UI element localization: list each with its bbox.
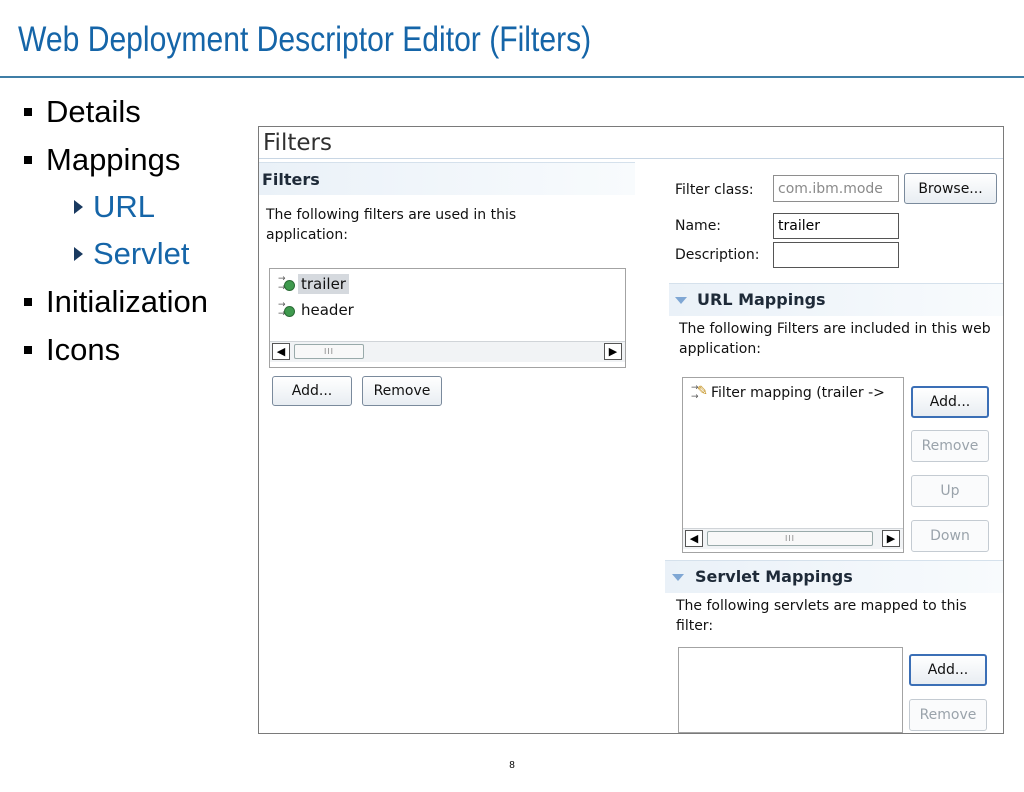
description-label: Description:: [675, 247, 760, 263]
filter-item-header[interactable]: → → header: [278, 300, 357, 320]
bullet-mappings: Mappings: [24, 142, 180, 178]
url-mappings-description: The following Filters are included in th…: [679, 321, 991, 357]
filters-editor-panel: Filters Filters The following filters ar…: [258, 126, 1004, 734]
filter-mapping-icon: → → ✎: [691, 383, 708, 402]
servlet-mappings-description: The following servlets are mapped to thi…: [676, 598, 967, 634]
scroll-thumb[interactable]: III: [707, 531, 873, 546]
sub-bullet-servlet: Servlet: [74, 236, 189, 272]
bullet-label: Details: [46, 94, 141, 129]
filters-list[interactable]: → → trailer → → header ◀ III ▶: [269, 268, 626, 368]
bullet-initialization: Initialization: [24, 284, 208, 320]
filter-class-label: Filter class:: [675, 182, 754, 198]
slide-title: Web Deployment Descriptor Editor (Filter…: [18, 20, 592, 59]
title-divider: [0, 76, 1024, 78]
filter-icon: → →: [278, 275, 296, 293]
servlet-mappings-title: Servlet Mappings: [695, 567, 853, 586]
servlet-mappings-add-button[interactable]: Add...: [909, 654, 987, 686]
filter-item-label: trailer: [298, 274, 349, 294]
url-mappings-add-button[interactable]: Add...: [911, 386, 989, 418]
name-label: Name:: [675, 218, 722, 234]
name-field[interactable]: trailer: [773, 213, 899, 239]
filters-remove-button[interactable]: Remove: [362, 376, 442, 406]
bullet-label: URL: [93, 189, 156, 224]
filters-add-button[interactable]: Add...: [272, 376, 352, 406]
triangle-bullet-icon: [74, 247, 83, 261]
url-mappings-up-button[interactable]: Up: [911, 475, 989, 507]
url-mapping-label: Filter mapping (trailer ->: [711, 385, 885, 401]
bullet-details: Details: [24, 94, 141, 130]
url-mappings-scrollbar[interactable]: ◀ III ▶: [683, 528, 903, 549]
bullet-square-icon: [24, 346, 32, 354]
url-mappings-list[interactable]: → → ✎ Filter mapping (trailer -> ◀ III ▶: [682, 377, 904, 553]
bullet-square-icon: [24, 298, 32, 306]
editor-title-divider: [259, 158, 1003, 159]
bullet-label: Initialization: [46, 284, 208, 319]
filters-description: The following filters are used in this a…: [266, 207, 517, 243]
filter-class-field[interactable]: com.ibm.mode: [773, 175, 899, 202]
sub-bullet-url: URL: [74, 189, 155, 225]
bullet-square-icon: [24, 108, 32, 116]
servlet-mappings-list[interactable]: [678, 647, 903, 733]
filter-item-trailer[interactable]: → → trailer: [278, 274, 349, 294]
url-mappings-section-header[interactable]: URL Mappings: [669, 283, 1003, 316]
triangle-bullet-icon: [74, 200, 83, 214]
bullet-label: Servlet: [93, 236, 190, 271]
scroll-left-icon[interactable]: ◀: [272, 343, 290, 360]
bullet-square-icon: [24, 156, 32, 164]
filter-icon: → →: [278, 301, 296, 319]
servlet-mappings-section-header[interactable]: Servlet Mappings: [665, 560, 1003, 593]
bullet-label: Mappings: [46, 142, 181, 177]
bullet-icons: Icons: [24, 332, 120, 368]
editor-title: Filters: [263, 130, 332, 156]
servlet-mappings-remove-button[interactable]: Remove: [909, 699, 987, 731]
url-mappings-remove-button[interactable]: Remove: [911, 430, 989, 462]
page-number: 8: [509, 760, 515, 771]
url-mappings-title: URL Mappings: [697, 290, 826, 309]
description-field[interactable]: [773, 242, 899, 268]
filters-section-header[interactable]: Filters: [259, 162, 635, 195]
url-mapping-item[interactable]: → → ✎ Filter mapping (trailer ->: [691, 384, 885, 402]
filters-section-title: Filters: [262, 170, 320, 189]
filter-item-label: header: [301, 301, 354, 319]
scroll-left-icon[interactable]: ◀: [685, 530, 703, 547]
scroll-right-icon[interactable]: ▶: [604, 343, 622, 360]
scroll-thumb[interactable]: III: [294, 344, 364, 359]
url-mappings-down-button[interactable]: Down: [911, 520, 989, 552]
browse-button[interactable]: Browse...: [904, 173, 997, 204]
filters-list-scrollbar[interactable]: ◀ III ▶: [270, 341, 625, 362]
scroll-right-icon[interactable]: ▶: [882, 530, 900, 547]
collapse-triangle-icon[interactable]: [675, 297, 687, 304]
collapse-triangle-icon[interactable]: [672, 574, 684, 581]
bullet-label: Icons: [46, 332, 121, 367]
